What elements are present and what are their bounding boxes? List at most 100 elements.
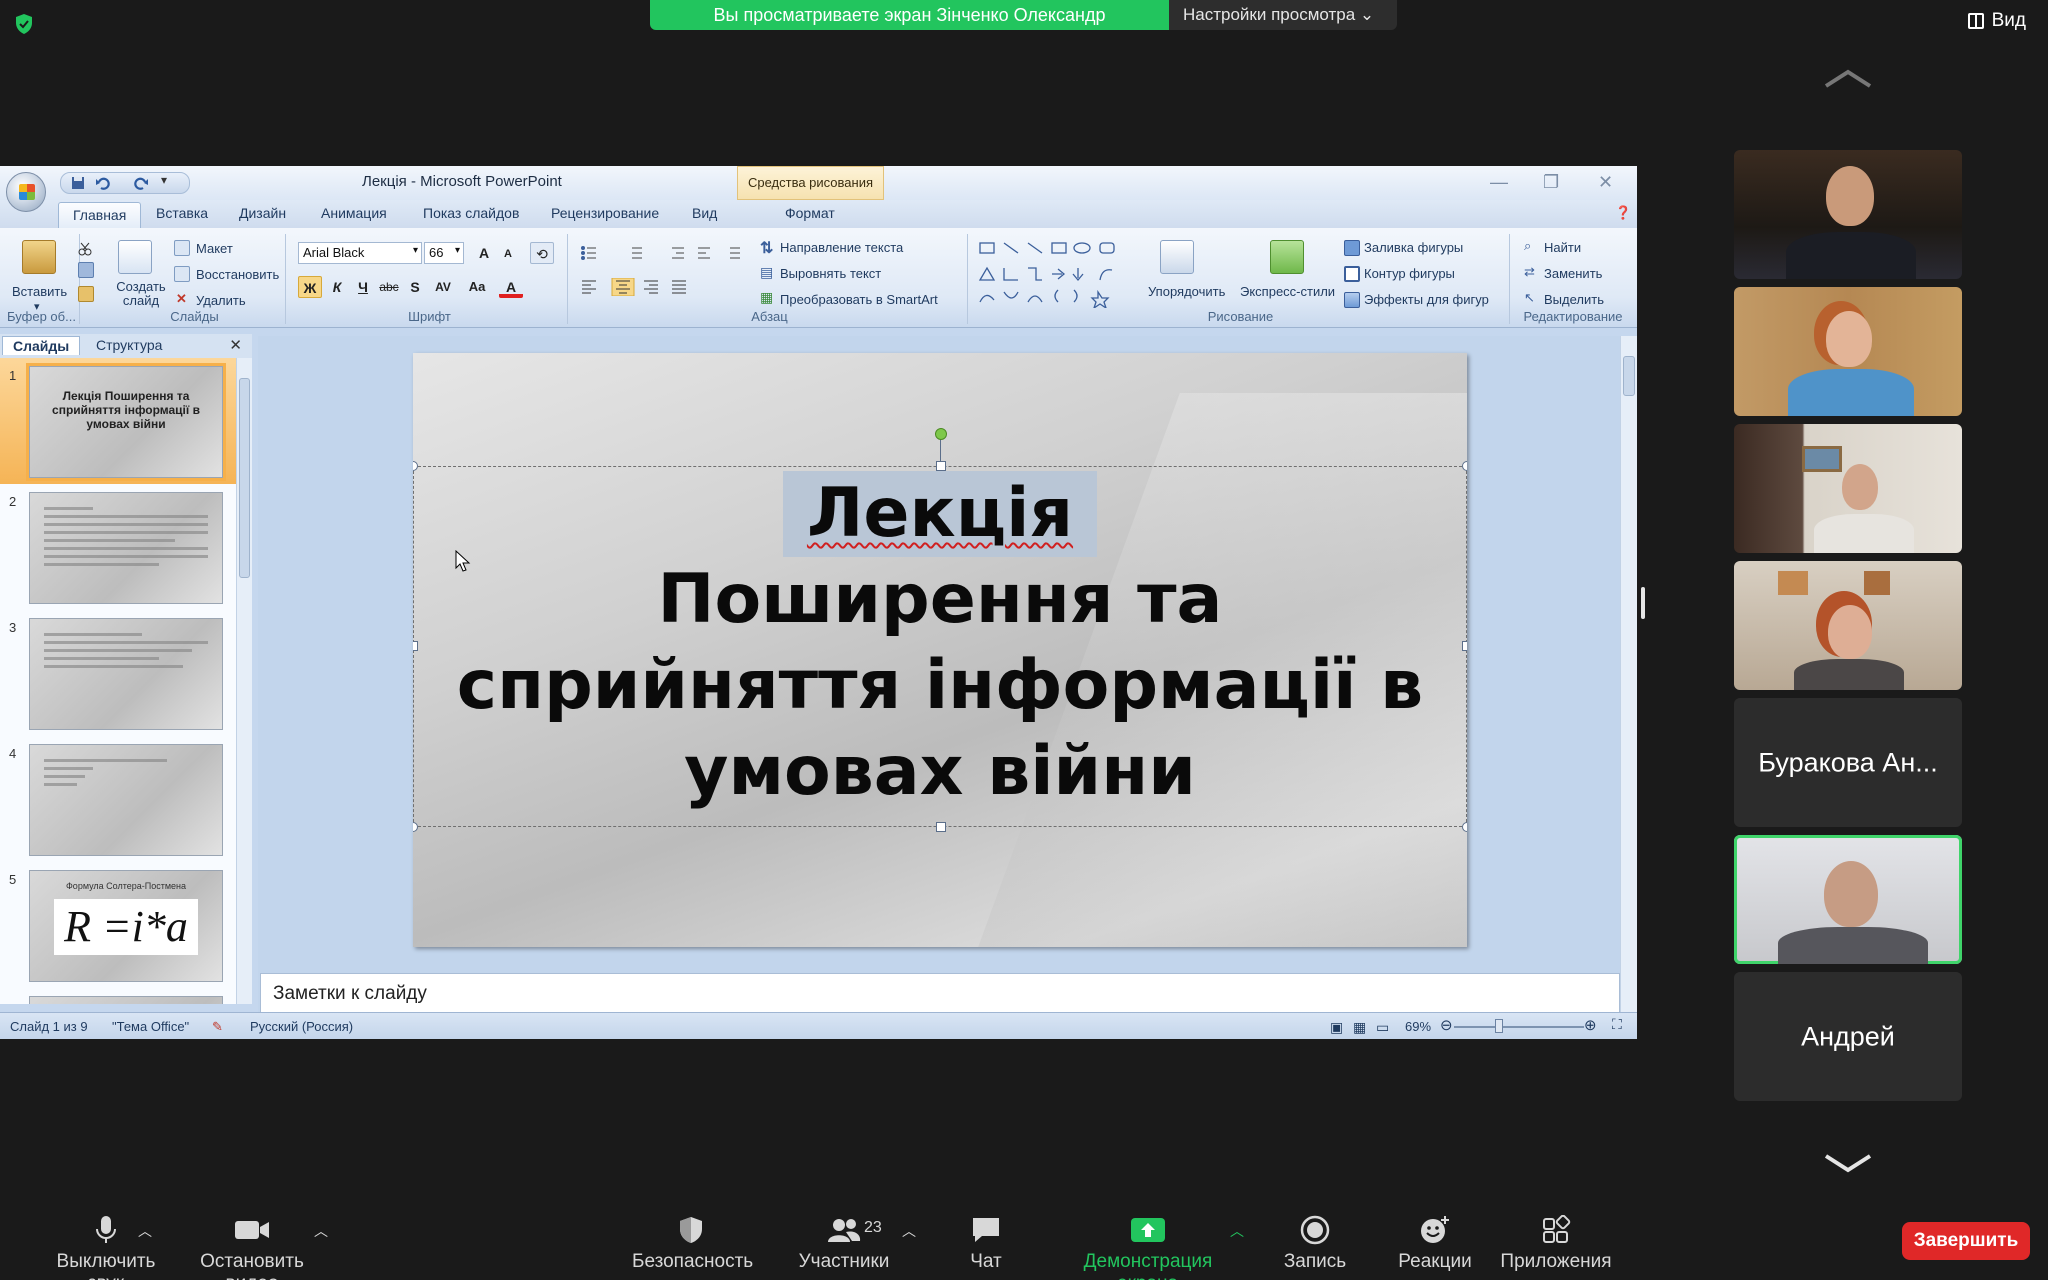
italic-button[interactable]: К	[325, 276, 349, 298]
view-settings-dropdown[interactable]: Настройки просмотра ⌄	[1169, 0, 1397, 30]
sorter-view-icon[interactable]: ▦	[1353, 1019, 1366, 1036]
tab-insert[interactable]: Вставка	[156, 205, 208, 221]
normal-view-icon[interactable]: ▣	[1330, 1019, 1343, 1036]
end-meeting-button[interactable]: Завершить	[1902, 1222, 2030, 1260]
stop-video-button[interactable]: Остановить видео	[174, 1215, 330, 1280]
clear-formatting-icon[interactable]: ⟲	[530, 242, 554, 264]
shrink-font-button[interactable]: A	[496, 243, 520, 265]
scroll-thumb[interactable]	[239, 378, 250, 578]
tab-slides[interactable]: Слайды	[2, 336, 81, 355]
zoom-slider-knob[interactable]	[1495, 1019, 1503, 1033]
panel-resize-handle[interactable]	[1641, 587, 1645, 619]
shapes-gallery[interactable]	[978, 240, 1128, 308]
new-slide-icon[interactable]	[118, 240, 152, 274]
resize-handle[interactable]	[936, 461, 946, 471]
restore-icon[interactable]: ❐	[1543, 172, 1559, 193]
tab-animation[interactable]: Анимация	[321, 205, 387, 221]
char-spacing-button[interactable]: AV	[431, 276, 455, 298]
arrange-icon[interactable]	[1160, 240, 1194, 274]
participant-tile[interactable]: Буракова Ан...	[1734, 698, 1962, 827]
reactions-button[interactable]: Реакции	[1390, 1215, 1480, 1273]
underline-button[interactable]: Ч	[351, 276, 375, 298]
slide-thumbnail-2[interactable]	[29, 492, 223, 604]
select-button[interactable]: Выделить	[1544, 292, 1604, 307]
apps-button[interactable]: Приложения	[1500, 1215, 1612, 1273]
shape-fill-button[interactable]: Заливка фигуры	[1364, 240, 1463, 255]
office-button[interactable]	[6, 172, 46, 212]
text-direction-button[interactable]: Направление текста	[780, 240, 903, 255]
close-icon[interactable]: ✕	[1598, 172, 1613, 193]
resize-handle[interactable]	[413, 461, 418, 471]
alignment-icons[interactable]	[580, 278, 700, 296]
font-color-button[interactable]: A	[499, 276, 523, 298]
list-buttons-icons[interactable]	[580, 244, 750, 262]
reset-button[interactable]: Восстановить	[196, 267, 279, 282]
slide-thumbnail-6[interactable]	[29, 996, 223, 1004]
chevron-down-icon[interactable]	[1822, 1152, 1874, 1176]
zoom-slider[interactable]	[1454, 1026, 1584, 1028]
align-text-button[interactable]: Выровнять текст	[780, 266, 881, 281]
current-slide[interactable]: Лекція Поширення та сприйняття інформаці…	[413, 353, 1467, 947]
tab-slideshow[interactable]: Показ слайдов	[423, 205, 519, 221]
help-icon[interactable]: ❓	[1615, 205, 1631, 221]
scroll-thumb[interactable]	[1623, 356, 1635, 396]
language-indicator[interactable]: Русский (Россия)	[250, 1019, 353, 1034]
customize-qat-icon[interactable]: ▾	[161, 173, 175, 187]
chat-button[interactable]: Чат	[956, 1215, 1016, 1273]
redo-icon[interactable]	[133, 176, 149, 190]
shadow-button[interactable]: S	[403, 276, 427, 298]
shape-outline-button[interactable]: Контур фигуры	[1364, 266, 1455, 281]
slideshow-view-icon[interactable]: ▭	[1376, 1019, 1389, 1036]
active-speaker-tile[interactable]	[1734, 835, 1962, 964]
font-size-combo[interactable]: 66 ▾	[424, 242, 464, 264]
copy-icon[interactable]	[78, 262, 94, 278]
tab-format[interactable]: Формат	[785, 205, 835, 221]
paste-icon[interactable]	[22, 240, 56, 274]
view-button[interactable]: Вид	[1967, 10, 2026, 32]
zoom-out-icon[interactable]: ⊖	[1440, 1016, 1453, 1034]
find-button[interactable]: Найти	[1544, 240, 1581, 255]
quick-styles-button[interactable]: Экспресс-стили	[1240, 284, 1335, 299]
grow-font-button[interactable]: A	[472, 242, 496, 264]
arrange-button[interactable]: Упорядочить	[1148, 284, 1225, 299]
layout-button[interactable]: Макет	[196, 241, 233, 256]
tab-view[interactable]: Вид	[692, 205, 717, 221]
tab-design[interactable]: Дизайн	[239, 205, 286, 221]
participant-tile[interactable]	[1734, 150, 1962, 279]
shape-effects-button[interactable]: Эффекты для фигур	[1364, 292, 1489, 307]
chevron-up-icon[interactable]	[1822, 66, 1874, 90]
thumbnail-scrollbar[interactable]	[236, 358, 252, 1004]
slide-thumbnail-3[interactable]	[29, 618, 223, 730]
zoom-in-icon[interactable]: ⊕	[1584, 1016, 1597, 1034]
share-screen-button[interactable]: Демонстрация экрана	[1052, 1215, 1244, 1280]
slide-thumbnail-5[interactable]: Формула Солтера-Постмена R =i*a	[29, 870, 223, 982]
format-painter-icon[interactable]	[78, 286, 94, 302]
new-slide-button[interactable]: Создать слайд	[114, 280, 168, 308]
participant-tile[interactable]	[1734, 287, 1962, 416]
participant-tile[interactable]	[1734, 424, 1962, 553]
slide-title-text[interactable]: Лекція Поширення та сприйняття інформаці…	[413, 471, 1467, 815]
slide-thumbnail-1[interactable]: Лекція Поширення та сприйняття інформаці…	[26, 363, 226, 481]
resize-handle[interactable]	[1462, 461, 1467, 471]
notes-field[interactable]: Заметки к слайду	[260, 973, 1620, 1015]
delete-button[interactable]: Удалить	[196, 293, 246, 308]
save-icon[interactable]	[71, 176, 85, 190]
zoom-level[interactable]: 69%	[1405, 1019, 1431, 1034]
smartart-button[interactable]: Преобразовать в SmartArt	[780, 292, 938, 307]
tab-review[interactable]: Рецензирование	[551, 205, 659, 221]
undo-icon[interactable]	[95, 176, 111, 190]
slide-scrollbar[interactable]: ▼ ⏶ ⏷	[1620, 336, 1637, 1039]
minimize-icon[interactable]: —	[1490, 172, 1508, 193]
tab-outline[interactable]: Структура	[96, 337, 162, 353]
rotation-handle[interactable]	[935, 428, 947, 440]
tab-home[interactable]: Главная	[58, 202, 142, 228]
quick-styles-icon[interactable]	[1270, 240, 1304, 274]
audio-options-caret-icon[interactable]: ︿	[138, 1221, 152, 1241]
paste-button[interactable]: Вставить	[12, 284, 67, 299]
resize-handle[interactable]	[413, 822, 418, 832]
resize-handle[interactable]	[1462, 822, 1467, 832]
share-options-caret-icon[interactable]: ︿	[1230, 1221, 1244, 1241]
resize-handle[interactable]	[936, 822, 946, 832]
fit-to-window-icon[interactable]: ⛶	[1612, 1016, 1622, 1033]
replace-button[interactable]: Заменить	[1544, 266, 1602, 281]
